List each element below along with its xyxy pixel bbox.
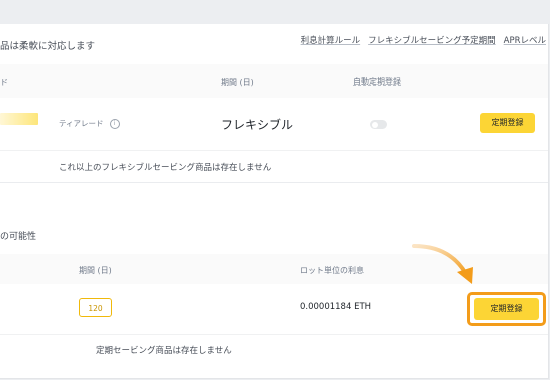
link-interest-rules[interactable]: 利息計算ルール xyxy=(301,34,361,46)
flexible-empty-message: これ以上のフレキシブルセービング商品は存在しません xyxy=(59,163,272,173)
tier-label: ティアレード i xyxy=(59,118,120,129)
link-flexible-schedule[interactable]: フレキシブルセービング予定期間 xyxy=(368,34,496,46)
section-divider xyxy=(0,182,548,183)
locked-empty-message: 定期セービング商品は存在しません xyxy=(96,346,232,356)
link-apr-level[interactable]: APRレベル xyxy=(504,34,546,46)
header-auto-renew: 自動定期登録 xyxy=(353,77,401,86)
header-period: 期間 (日) xyxy=(221,78,254,87)
header-col1: ド xyxy=(0,78,8,87)
locked-header-interest: ロット単位の利息 xyxy=(300,266,364,275)
info-icon[interactable]: i xyxy=(109,118,120,129)
flexible-note: 品は柔軟に対応します xyxy=(0,41,96,52)
tier-text: ティアレード xyxy=(59,119,104,128)
period-option-120[interactable]: 120 xyxy=(79,298,112,317)
info-links: 利息計算ルール フレキシブルセービング予定期間 APRレベル xyxy=(301,34,546,46)
locked-heading: の可能性 xyxy=(0,232,37,242)
subscribe-button-flexible[interactable]: 定期登録 xyxy=(480,113,535,133)
flexible-period: フレキシブル xyxy=(221,118,294,132)
locked-header-period: 期間 (日) xyxy=(79,266,112,275)
top-bar xyxy=(0,0,550,24)
flexible-table-header xyxy=(0,64,548,98)
auto-renew-toggle[interactable] xyxy=(370,120,387,129)
interest-value: 0.00001184 ETH xyxy=(300,302,372,312)
product-highlight-bar xyxy=(0,113,38,125)
curved-arrow-icon xyxy=(412,244,473,284)
subscribe-button-locked[interactable]: 定期登録 xyxy=(474,298,539,320)
